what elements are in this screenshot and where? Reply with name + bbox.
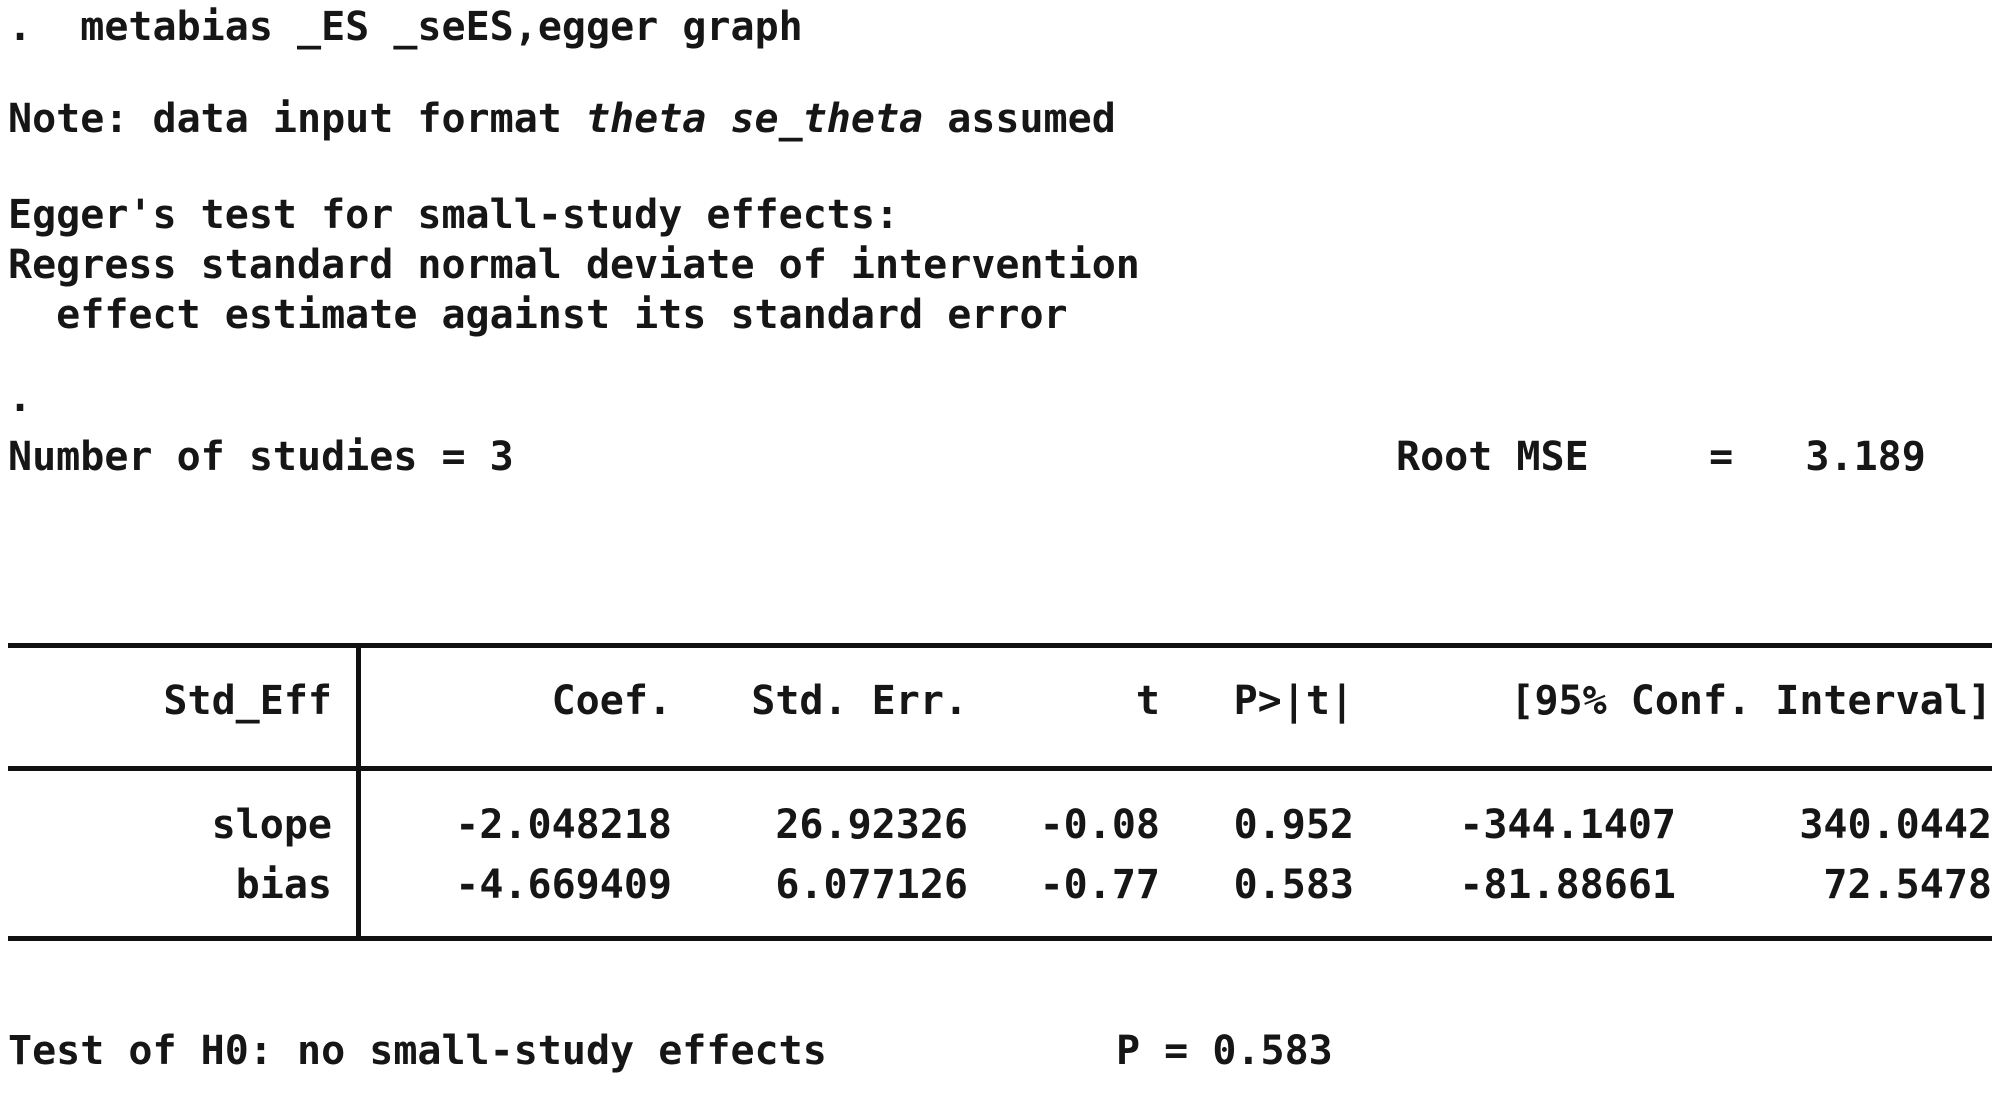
table-row: 340.0442 <box>1799 802 1992 848</box>
column-header-p-value: P>|t| <box>1233 678 1354 724</box>
table-row: 0.952 <box>1233 802 1354 848</box>
column-header-t: t <box>1135 678 1160 724</box>
table-row: -4.669409 <box>455 862 672 908</box>
root-mse: Root MSE = 3.189 <box>1396 434 1926 480</box>
note-emphasis: theta se_theta <box>585 96 924 142</box>
stata-output-console: . metabias _ES _seES,egger graph Note: d… <box>0 0 2000 1111</box>
table-row: -2.048218 <box>455 802 672 848</box>
table-row: 26.92326 <box>775 802 968 848</box>
table-bottom-rule <box>8 936 1992 941</box>
table-row: -81.88661 <box>1459 862 1676 908</box>
number-of-studies-value: 3 <box>489 434 514 480</box>
column-header-std-eff: Std_Eff <box>163 678 332 724</box>
root-mse-equals: = <box>1709 434 1734 480</box>
note-prefix: Note: data input format <box>8 96 586 142</box>
table-row: -344.1407 <box>1459 802 1676 848</box>
command-text: metabias _ES _seES,egger graph <box>80 4 803 50</box>
column-header-coef: Coef. <box>551 678 672 724</box>
table-row: -0.08 <box>1039 802 1160 848</box>
table-row: slope <box>211 802 332 848</box>
egger-description-line-1: Regress standard normal deviate of inter… <box>8 242 1140 288</box>
table-top-rule <box>8 643 1992 648</box>
table-vertical-divider <box>356 643 361 936</box>
column-header-std-err: Std. Err. <box>751 678 968 724</box>
test-h0-p-value: P = 0.583 <box>1116 1028 1333 1074</box>
root-mse-label: Root MSE <box>1396 434 1589 480</box>
note-suffix: assumed <box>923 96 1116 142</box>
test-h0-label: Test of H0: no small-study effects <box>8 1028 827 1074</box>
egger-description-line-2: effect estimate against its standard err… <box>8 292 1068 338</box>
data-format-note: Note: data input format theta se_theta a… <box>8 96 1116 142</box>
number-of-studies: Number of studies = 3 <box>8 434 514 480</box>
table-row: bias <box>235 862 332 908</box>
table-row: 6.077126 <box>775 862 968 908</box>
command-prompt-dot: . <box>8 4 33 50</box>
table-row: 72.5478 <box>1823 862 1992 908</box>
table-header-separator-rule <box>8 766 1992 771</box>
table-row: 0.583 <box>1233 862 1354 908</box>
regression-table: Std_Eff Coef. Std. Err. t P>|t| [95% Con… <box>8 490 1992 941</box>
column-header-conf-interval: [95% Conf. Interval] <box>1510 678 1992 724</box>
prompt-dot: . <box>8 375 33 421</box>
number-of-studies-label: Number of studies = <box>8 434 490 480</box>
root-mse-value: 3.189 <box>1805 434 1926 480</box>
egger-test-title: Egger's test for small-study effects: <box>8 192 900 238</box>
table-row: -0.77 <box>1039 862 1160 908</box>
command-line: . metabias _ES _seES,egger graph <box>8 4 803 50</box>
